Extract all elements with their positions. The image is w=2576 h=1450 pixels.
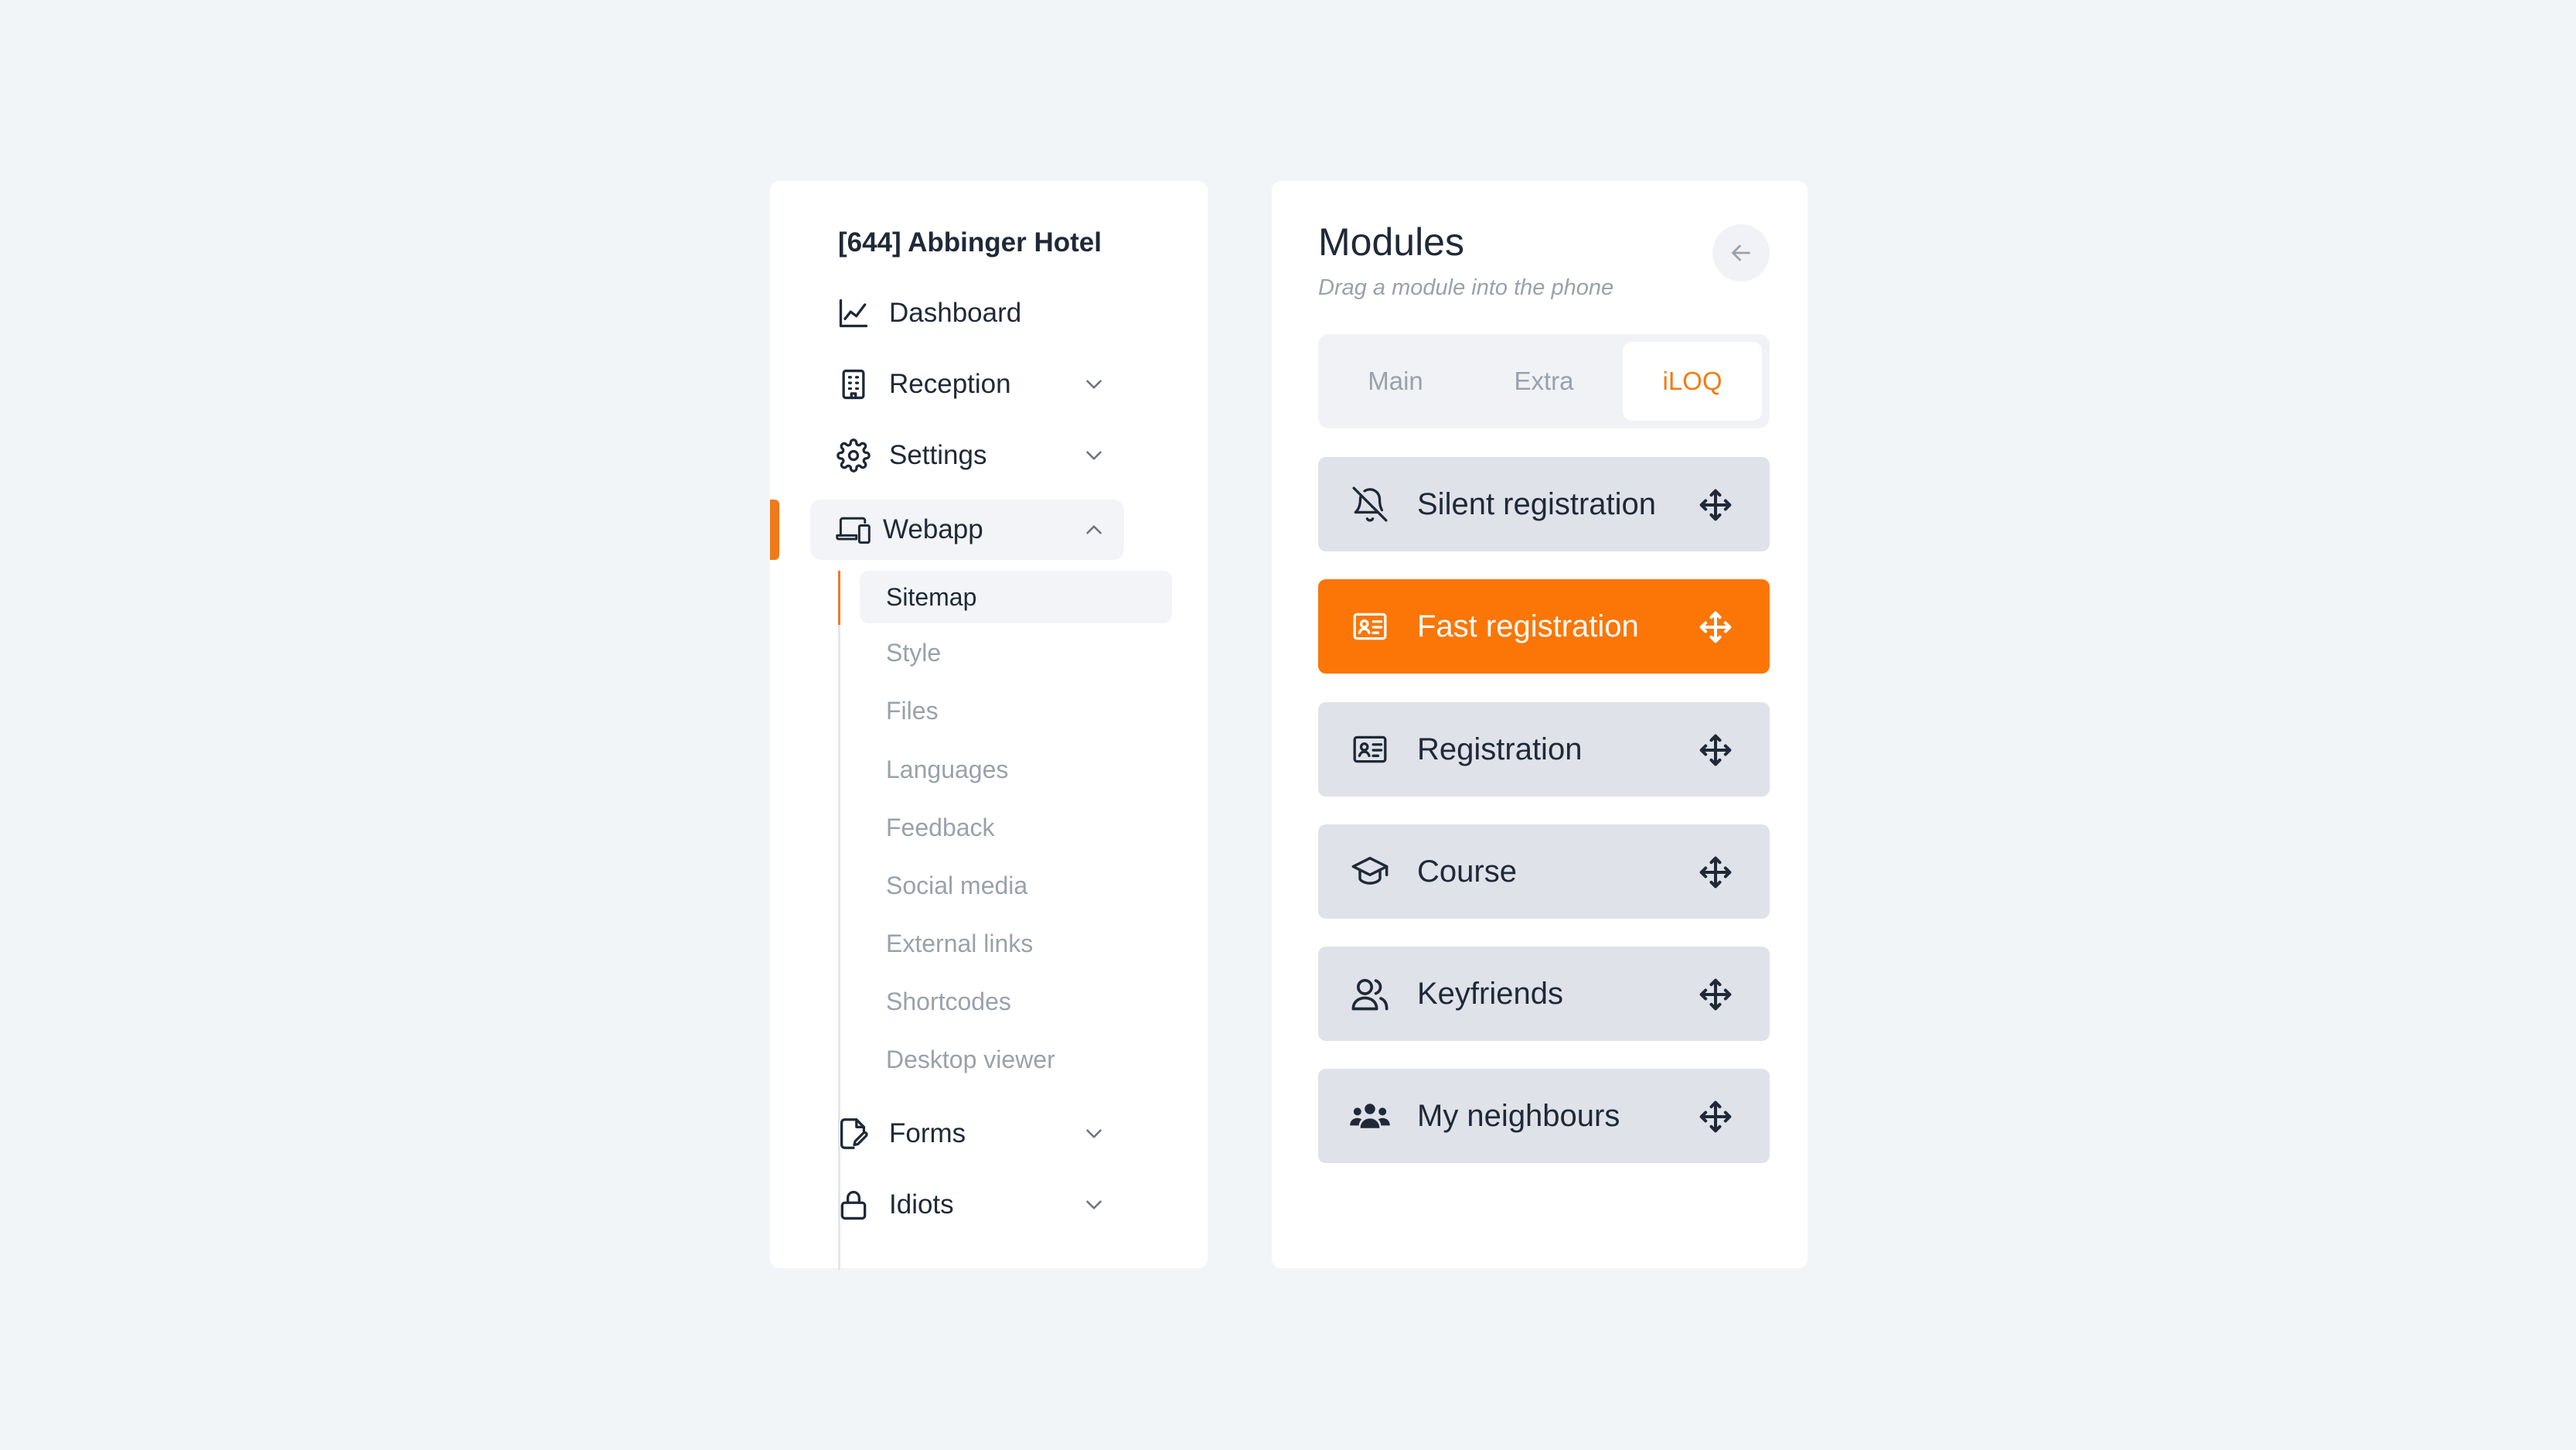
- module-registration[interactable]: Registration: [1318, 702, 1770, 797]
- module-my-neighbours[interactable]: My neighbours: [1318, 1069, 1770, 1163]
- submenu-item-files[interactable]: Files: [860, 684, 1172, 737]
- move-icon[interactable]: [1699, 610, 1733, 644]
- move-icon[interactable]: [1699, 488, 1733, 522]
- back-button[interactable]: [1712, 224, 1770, 281]
- users-icon: [1349, 973, 1391, 1015]
- submenu-item-desktop-viewer[interactable]: Desktop viewer: [860, 1033, 1172, 1086]
- sidebar-item-settings[interactable]: Settings: [810, 425, 1124, 486]
- sidebar-item-label: Reception: [889, 369, 1011, 399]
- module-tabs: Main Extra iLOQ: [1318, 334, 1770, 428]
- chevron-up-icon[interactable]: [1081, 517, 1107, 543]
- id-card-icon: [1349, 606, 1391, 647]
- chevron-down-icon[interactable]: [1081, 442, 1107, 469]
- panel-title: Modules: [1318, 220, 1464, 264]
- chevron-down-icon[interactable]: [1081, 1192, 1107, 1218]
- sidebar-item-reception[interactable]: Reception: [810, 354, 1124, 415]
- move-icon[interactable]: [1699, 1100, 1733, 1134]
- arrow-left-icon: [1727, 239, 1755, 267]
- move-icon[interactable]: [1699, 733, 1733, 767]
- sidebar-item-idiots[interactable]: Idiots: [810, 1175, 1124, 1235]
- submenu-item-external-links[interactable]: External links: [860, 917, 1172, 970]
- graduation-cap-icon: [1349, 851, 1391, 892]
- tab-iloq[interactable]: iLOQ: [1623, 342, 1762, 421]
- modules-panel: Modules Drag a module into the phone Mai…: [1272, 181, 1808, 1268]
- move-icon[interactable]: [1699, 977, 1733, 1012]
- sidebar-item-label: Settings: [889, 440, 987, 470]
- tab-extra[interactable]: Extra: [1474, 342, 1613, 421]
- bell-off-icon: [1349, 483, 1391, 525]
- submenu-item-shortcodes[interactable]: Shortcodes: [860, 975, 1172, 1028]
- submenu-active-line: [838, 571, 840, 625]
- chart-line-icon: [835, 295, 872, 332]
- module-label: Course: [1417, 854, 1517, 889]
- user-group-icon: [1349, 1095, 1391, 1137]
- panel-subtitle: Drag a module into the phone: [1318, 275, 1614, 300]
- sidebar: [644] Abbinger Hotel Dashboard Reception: [770, 181, 1208, 1270]
- sidebar-item-label: Dashboard: [889, 298, 1022, 328]
- submenu-item-social-media[interactable]: Social media: [860, 859, 1172, 912]
- tab-main[interactable]: Main: [1326, 342, 1465, 421]
- active-indicator: [770, 500, 779, 560]
- move-icon[interactable]: [1699, 855, 1733, 889]
- sidebar-item-label: Webapp: [883, 514, 983, 544]
- gear-icon: [835, 437, 872, 474]
- module-course[interactable]: Course: [1318, 824, 1770, 919]
- module-label: Keyfriends: [1417, 976, 1563, 1011]
- submenu-item-feedback[interactable]: Feedback: [860, 801, 1172, 854]
- hotel-title: [644] Abbinger Hotel: [838, 227, 1102, 258]
- building-icon: [835, 366, 872, 403]
- chevron-down-icon[interactable]: [1081, 1121, 1107, 1147]
- sidebar-item-label: Forms: [889, 1118, 966, 1148]
- submenu-item-languages[interactable]: Languages: [860, 743, 1172, 796]
- sidebar-item-forms[interactable]: Forms: [810, 1104, 1124, 1164]
- module-label: Registration: [1417, 732, 1583, 766]
- module-silent-registration[interactable]: Silent registration: [1318, 457, 1770, 551]
- sidebar-item-label: Idiots: [889, 1189, 954, 1220]
- module-fast-registration[interactable]: Fast registration: [1318, 579, 1770, 674]
- module-label: Silent registration: [1417, 486, 1657, 521]
- lock-icon: [835, 1186, 872, 1223]
- module-label: Fast registration: [1417, 609, 1639, 643]
- submenu-guide-line: [838, 571, 840, 1270]
- sidebar-item-dashboard[interactable]: Dashboard: [810, 283, 1124, 343]
- sidebar-item-webapp[interactable]: Webapp: [810, 500, 1124, 560]
- chevron-down-icon[interactable]: [1081, 371, 1107, 397]
- module-keyfriends[interactable]: Keyfriends: [1318, 947, 1770, 1041]
- id-card-icon: [1349, 728, 1391, 770]
- module-label: My neighbours: [1417, 1098, 1620, 1133]
- form-edit-icon: [835, 1115, 872, 1152]
- submenu-item-style[interactable]: Style: [860, 626, 1172, 679]
- submenu-item-sitemap[interactable]: Sitemap: [860, 571, 1172, 623]
- devices-icon: [835, 511, 872, 548]
